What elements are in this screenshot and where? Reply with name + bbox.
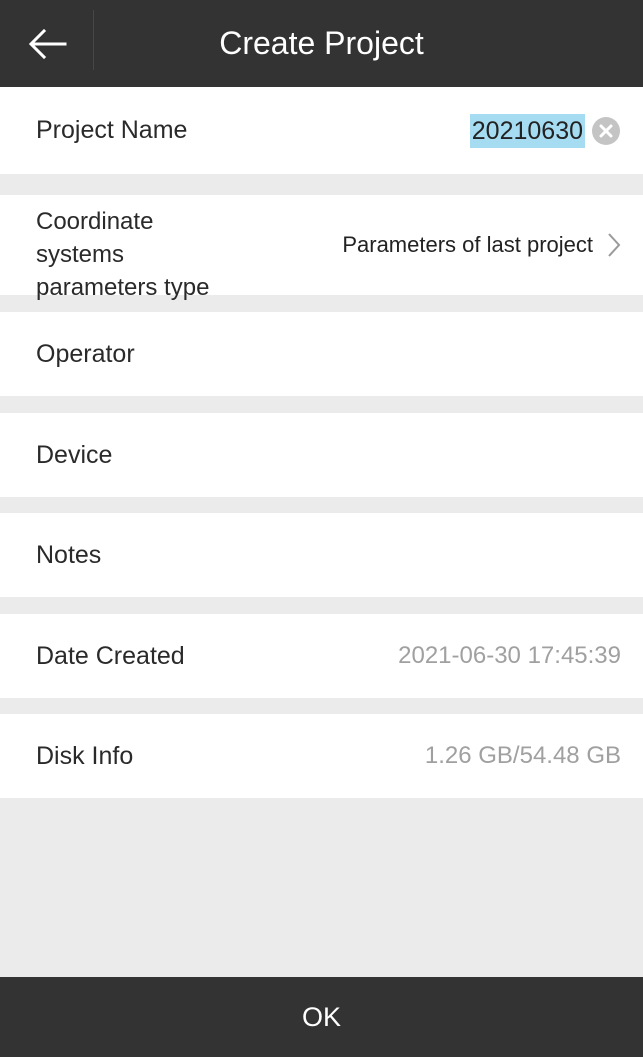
disk-info-row: Disk Info 1.26 GB/54.48 GB bbox=[0, 714, 643, 798]
device-label: Device bbox=[36, 440, 113, 469]
chevron-right-icon[interactable] bbox=[607, 232, 621, 258]
operator-row[interactable]: Operator bbox=[0, 312, 643, 396]
project-name-field[interactable]: 20210630 bbox=[469, 87, 621, 174]
project-name-input[interactable]: 20210630 bbox=[469, 113, 585, 148]
notes-label: Notes bbox=[36, 540, 102, 569]
back-button[interactable] bbox=[0, 0, 93, 87]
clear-circle-icon[interactable] bbox=[591, 116, 621, 146]
coordinate-params-row[interactable]: Coordinate systems parameters type Param… bbox=[0, 195, 643, 301]
back-arrow-icon bbox=[28, 28, 66, 59]
coordinate-params-label: Coordinate systems parameters type bbox=[36, 208, 210, 301]
date-created-value: 2021-06-30 17:45:39 bbox=[398, 642, 621, 669]
disk-info-value: 1.26 GB/54.48 GB bbox=[424, 742, 621, 769]
coordinate-params-selector[interactable]: Parameters of last project bbox=[342, 195, 621, 295]
notes-row[interactable]: Notes bbox=[0, 513, 643, 597]
header-divider bbox=[93, 10, 94, 70]
device-row[interactable]: Device bbox=[0, 413, 643, 497]
project-name-row[interactable]: Project Name 20210630 bbox=[0, 87, 643, 174]
project-name-label: Project Name bbox=[36, 116, 188, 144]
app-header: Create Project bbox=[0, 0, 643, 87]
date-created-row: Date Created 2021-06-30 17:45:39 bbox=[0, 614, 643, 698]
disk-info-label: Disk Info bbox=[36, 741, 134, 770]
date-created-label: Date Created bbox=[36, 641, 185, 670]
operator-label: Operator bbox=[36, 339, 135, 368]
page-title: Create Project bbox=[219, 25, 424, 61]
ok-button[interactable]: OK bbox=[0, 977, 643, 1057]
coordinate-params-value[interactable]: Parameters of last project bbox=[342, 232, 593, 258]
